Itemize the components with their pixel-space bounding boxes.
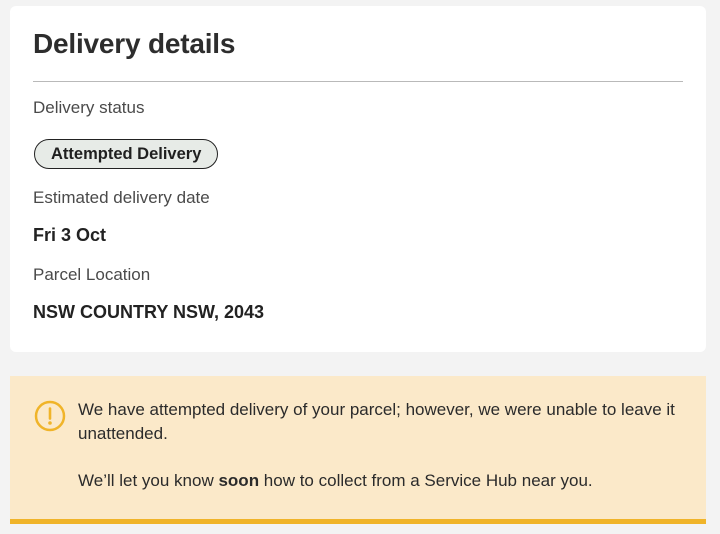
estimated-delivery-value: Fri 3 Oct	[33, 225, 107, 245]
delivery-status-label: Delivery status	[33, 98, 145, 117]
notice-collection-text-start: We’ll let you know	[78, 471, 219, 490]
delivery-details-card: Delivery details Delivery status Attempt…	[10, 6, 706, 352]
title-divider	[33, 81, 683, 82]
notice-collection-info: We’ll let you know soon how to collect f…	[78, 469, 688, 493]
warning-circle-icon	[34, 400, 66, 432]
notice-emphasis-soon: soon	[218, 471, 260, 490]
parcel-location-label: Parcel Location	[33, 265, 151, 284]
parcel-location-value: NSW COUNTRY NSW, 2043	[33, 302, 265, 322]
delivery-status-badge: Attempted Delivery	[34, 139, 219, 169]
card-title: Delivery details	[33, 28, 236, 59]
estimated-delivery-label: Estimated delivery date	[33, 188, 210, 207]
notice-collection-text-end: how to collect from a Service Hub near y…	[259, 471, 593, 490]
notice-message: We have attempted delivery of your parce…	[78, 400, 675, 443]
attempted-delivery-notice: We have attempted delivery of your parce…	[10, 376, 706, 524]
